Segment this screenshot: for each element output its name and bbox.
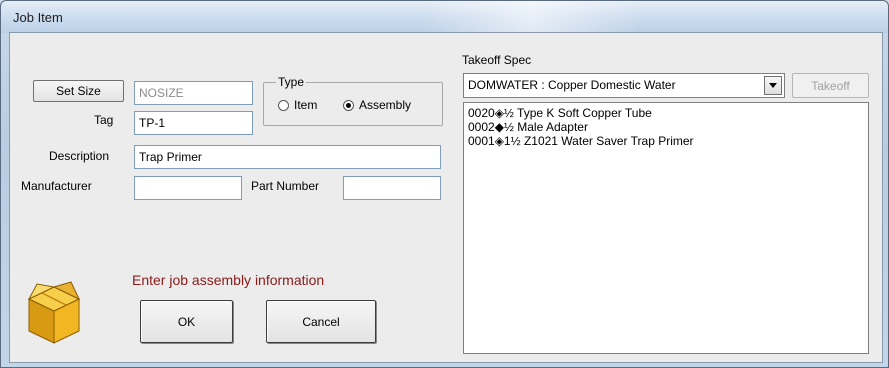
assembly-box-icon — [27, 281, 81, 344]
list-item[interactable]: 0020◈½ Type K Soft Copper Tube — [468, 106, 864, 120]
title-bar[interactable]: Job Item — [1, 1, 888, 33]
set-size-button[interactable]: Set Size — [33, 80, 124, 102]
takeoff-spec-select[interactable]: DOMWATER : Copper Domestic Water — [463, 73, 785, 98]
manufacturer-field[interactable] — [134, 176, 242, 200]
size-field: NOSIZE — [134, 81, 253, 105]
part-number-label: Part Number — [251, 179, 320, 193]
takeoff-items-list[interactable]: 0020◈½ Type K Soft Copper Tube 0002◆½ Ma… — [463, 102, 869, 354]
window-title: Job Item — [13, 10, 63, 25]
radio-item-indicator — [278, 99, 289, 111]
tag-label: Tag — [94, 113, 114, 127]
status-message: Enter job assembly information — [132, 272, 325, 288]
type-assembly-radio[interactable]: Assembly — [343, 98, 411, 112]
manufacturer-label: Manufacturer — [21, 179, 92, 193]
takeoff-spec-value: DOMWATER : Copper Domestic Water — [468, 78, 676, 92]
cancel-button[interactable]: Cancel — [266, 300, 376, 343]
list-item[interactable]: 0001◈1½ Z1021 Water Saver Trap Primer — [468, 134, 864, 148]
job-item-window: Job Item Set Size NOSIZE Tag TP-1 Type I… — [0, 0, 889, 368]
list-item[interactable]: 0002◆½ Male Adapter — [468, 120, 864, 134]
description-field[interactable]: Trap Primer — [134, 145, 441, 169]
description-label: Description — [49, 149, 110, 163]
type-item-label: Item — [294, 98, 318, 112]
dropdown-arrow-icon[interactable] — [764, 76, 782, 95]
radio-assembly-indicator — [343, 99, 354, 111]
tag-field[interactable]: TP-1 — [134, 111, 253, 135]
title-bar-gloss — [421, 1, 641, 33]
takeoff-button[interactable]: Takeoff — [792, 73, 869, 98]
type-group-title: Type — [276, 75, 307, 89]
ok-button[interactable]: OK — [140, 300, 233, 343]
dialog-client: Set Size NOSIZE Tag TP-1 Type Item Assem… — [9, 32, 883, 363]
type-assembly-label: Assembly — [359, 98, 412, 112]
type-item-radio[interactable]: Item — [278, 98, 317, 112]
part-number-field[interactable] — [343, 176, 441, 200]
takeoff-spec-label: Takeoff Spec — [462, 53, 532, 67]
